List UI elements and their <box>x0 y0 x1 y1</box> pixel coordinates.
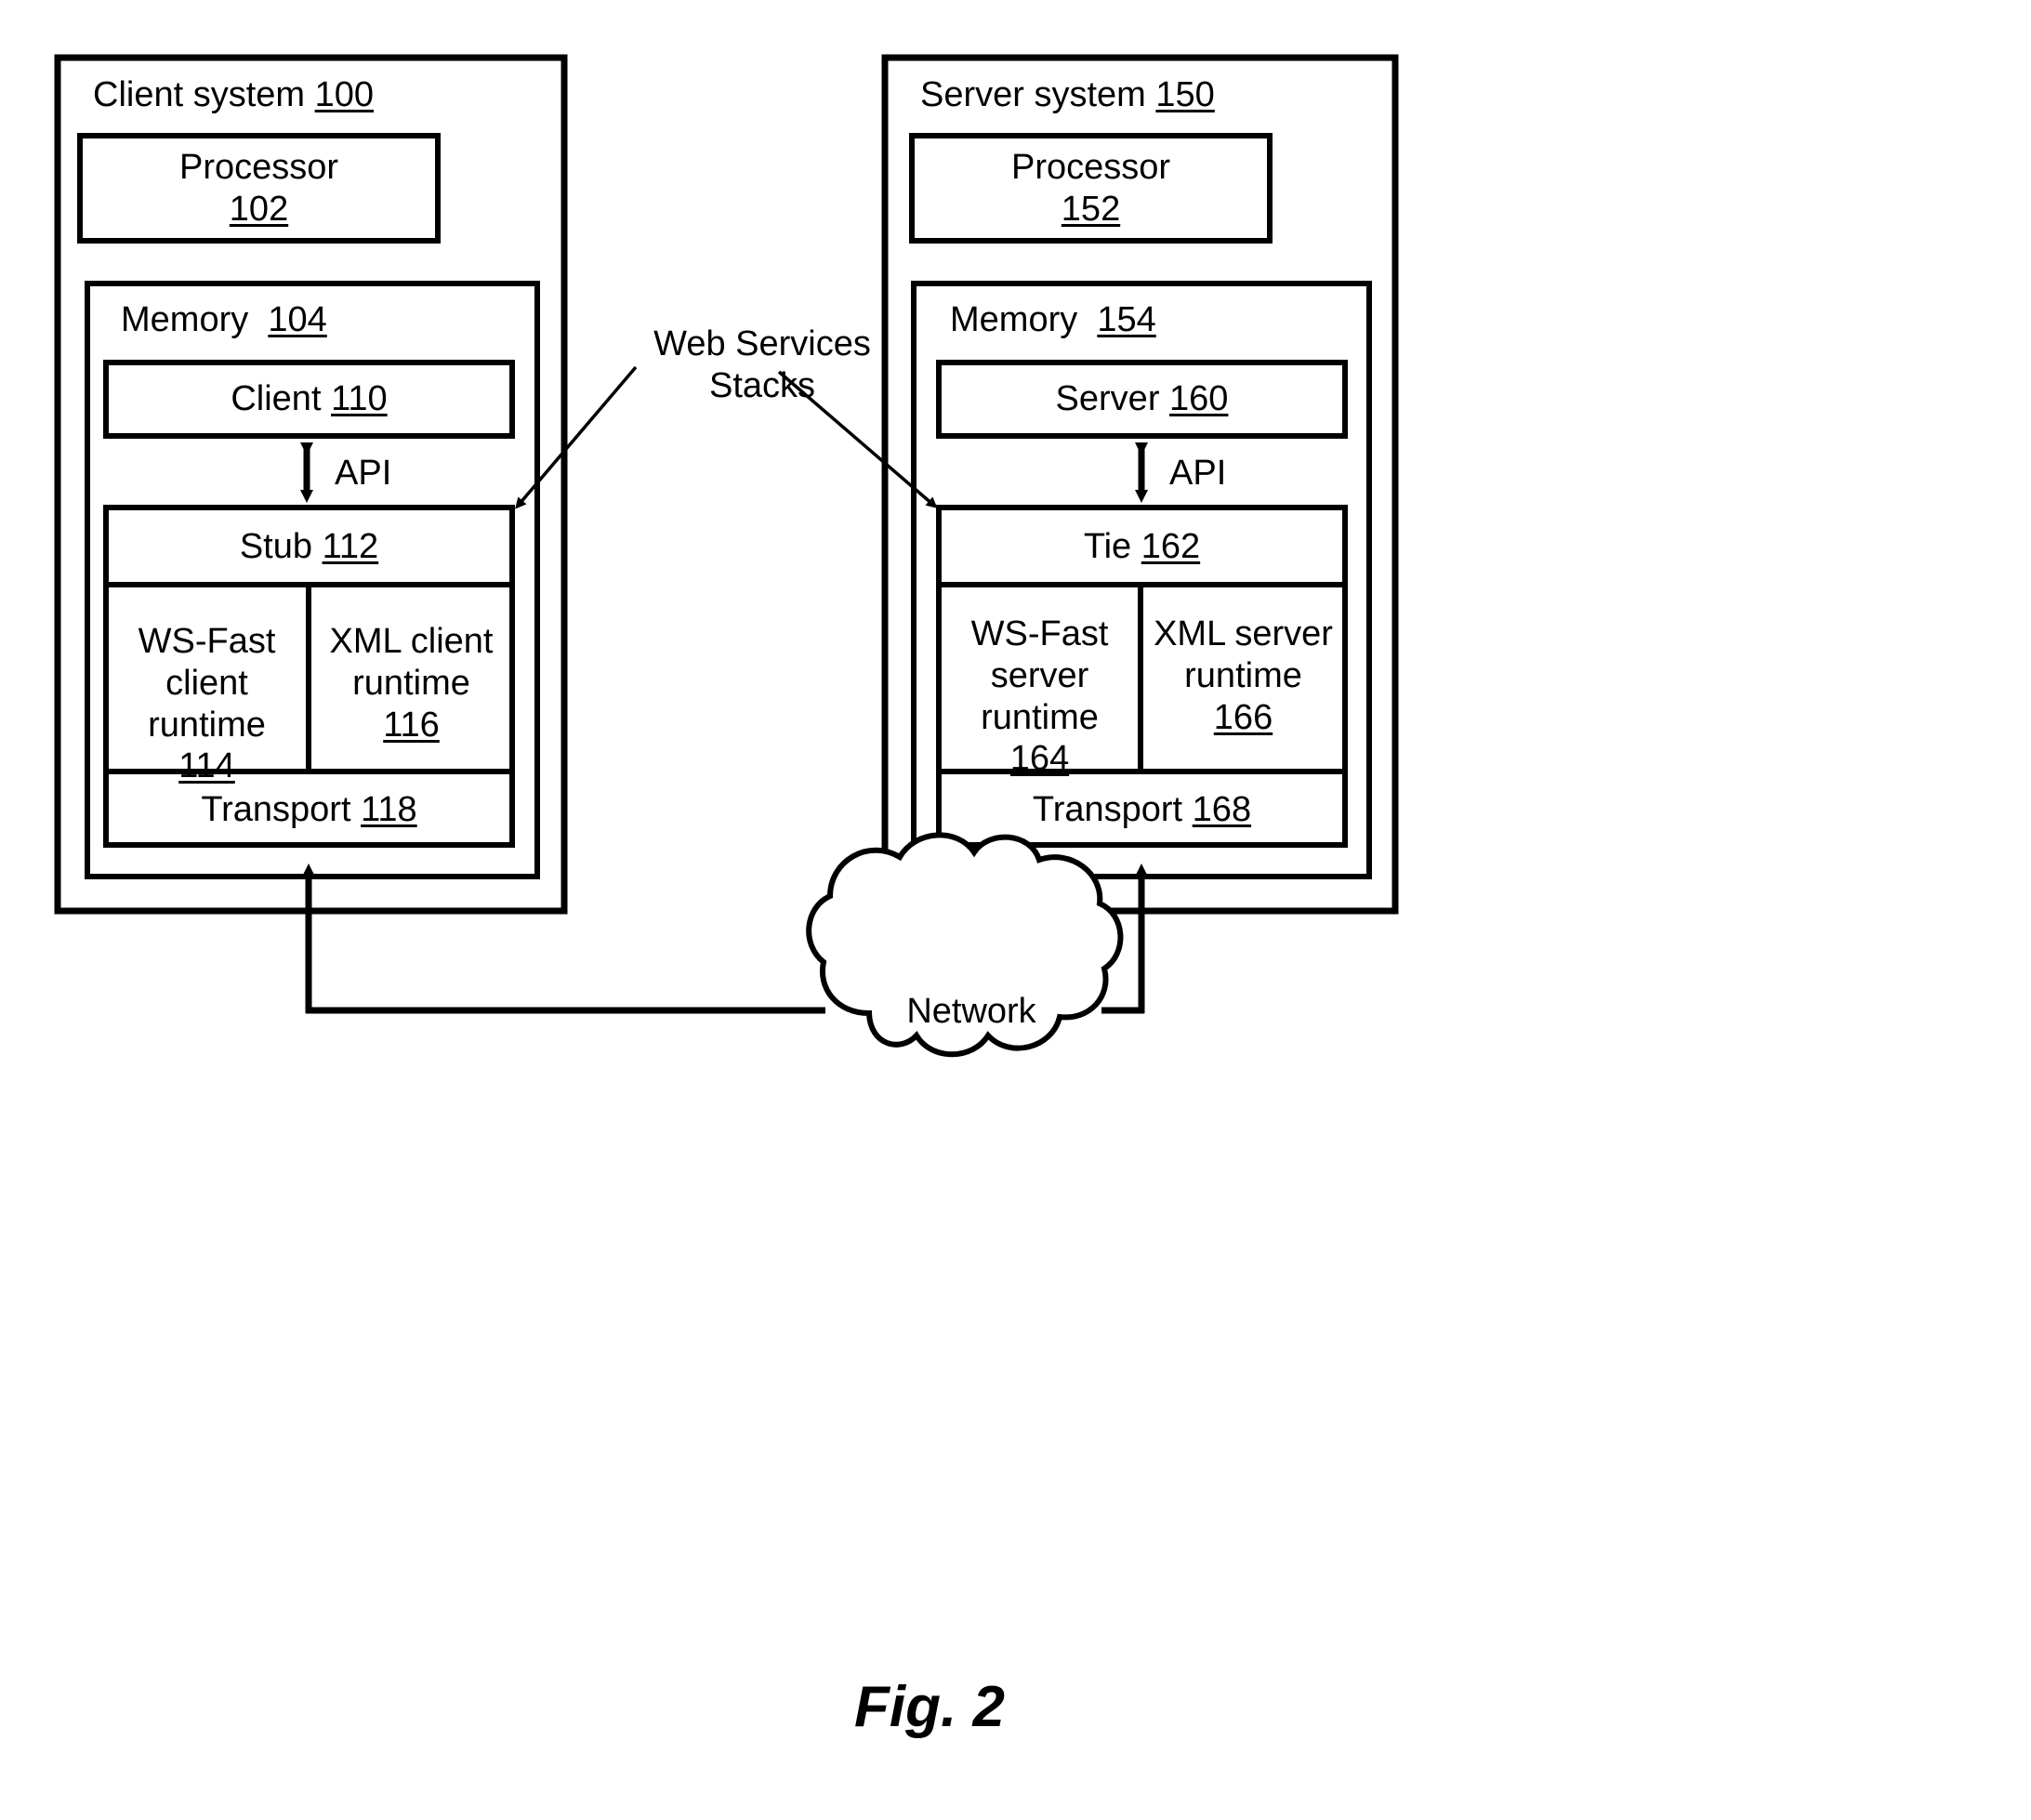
server-memory-box <box>911 281 1372 879</box>
server-processor-ref: 152 <box>1061 189 1121 229</box>
client-stub-title: Stub <box>239 527 312 566</box>
client-system-ref: 100 <box>314 75 375 114</box>
figure-caption-text: Fig. 2 <box>854 1675 1005 1739</box>
client-component-title: Client <box>231 379 322 418</box>
client-processor-ref: 102 <box>229 189 289 229</box>
server-processor-title: Processor <box>1010 148 1171 187</box>
client-component-label: Client 110 <box>106 378 512 420</box>
figure-canvas: Client system 100 Processor 102 Memory 1… <box>0 0 2031 1820</box>
server-tie-title: Tie <box>1083 527 1132 566</box>
server-transport-ref: 168 <box>1192 790 1252 829</box>
server-memory-ref: 154 <box>1097 300 1156 339</box>
client-xml-runtime-title: XML client runtime <box>329 622 494 703</box>
server-tie-label: Tie 162 <box>939 526 1345 568</box>
client-xml-runtime-ref: 116 <box>383 705 440 745</box>
diagram-vector-layer <box>54 54 1399 1058</box>
server-memory-title: Memory 154 <box>950 299 1156 341</box>
client-api-label-text: API <box>335 454 392 493</box>
client-system-title: Client system 100 <box>93 74 374 116</box>
client-transport-label: Transport 118 <box>106 789 512 831</box>
server-component-label: Server 160 <box>939 378 1345 420</box>
server-system-title: Server system 150 <box>920 74 1215 116</box>
network-label-text: Network <box>906 992 1036 1031</box>
ws-annotation-line-1: Web Services <box>653 324 871 363</box>
server-transport-title: Transport <box>1032 790 1183 829</box>
client-stub-label: Stub 112 <box>106 526 512 568</box>
client-memory-title: Memory 104 <box>121 299 327 341</box>
client-component-ref: 110 <box>331 379 388 418</box>
client-stub-ref: 112 <box>322 527 379 566</box>
client-system-title-text: Client system <box>93 75 306 114</box>
web-services-stacks-annotation: Web Services Stacks <box>632 323 892 407</box>
client-xml-runtime-label: XML client runtime 116 <box>316 621 507 745</box>
client-api-label: API <box>335 453 391 495</box>
server-xml-runtime-ref: 166 <box>1213 697 1273 737</box>
client-transport-title: Transport <box>201 790 351 829</box>
server-api-label: API <box>1169 453 1226 495</box>
client-processor-label: Processor 102 <box>80 147 438 231</box>
server-component-title: Server <box>1055 379 1160 418</box>
client-wsfast-runtime-title: WS-Fast client runtime <box>138 622 276 745</box>
client-processor-title: Processor <box>178 148 339 187</box>
server-wsfast-runtime-label: WS-Fast server runtime 164 <box>944 613 1135 780</box>
server-xml-runtime-title: XML server runtime <box>1154 614 1333 695</box>
client-memory-ref: 104 <box>268 300 327 339</box>
network-label: Network <box>864 991 1078 1033</box>
server-tie-ref: 162 <box>1141 527 1201 566</box>
client-transport-ref: 118 <box>361 790 417 829</box>
server-wsfast-runtime-title: WS-Fast server runtime <box>970 614 1109 737</box>
client-memory-title-text: Memory <box>121 300 249 339</box>
client-wsfast-runtime-ref: 114 <box>178 746 235 786</box>
server-component-ref: 160 <box>1169 379 1229 418</box>
client-wsfast-runtime-label: WS-Fast client runtime 114 <box>112 621 302 787</box>
server-transport-label: Transport 168 <box>939 789 1345 831</box>
server-xml-runtime-label: XML server runtime 166 <box>1148 613 1339 738</box>
server-wsfast-runtime-ref: 164 <box>1009 739 1070 779</box>
server-memory-title-text: Memory <box>950 300 1078 339</box>
figure-caption: Fig. 2 <box>725 1673 1134 1741</box>
server-processor-label: Processor 152 <box>912 147 1270 231</box>
server-api-label-text: API <box>1169 454 1227 493</box>
ws-annotation-line-2: Stacks <box>708 365 816 405</box>
server-system-ref: 150 <box>1155 75 1215 114</box>
server-system-title-text: Server system <box>920 75 1146 114</box>
